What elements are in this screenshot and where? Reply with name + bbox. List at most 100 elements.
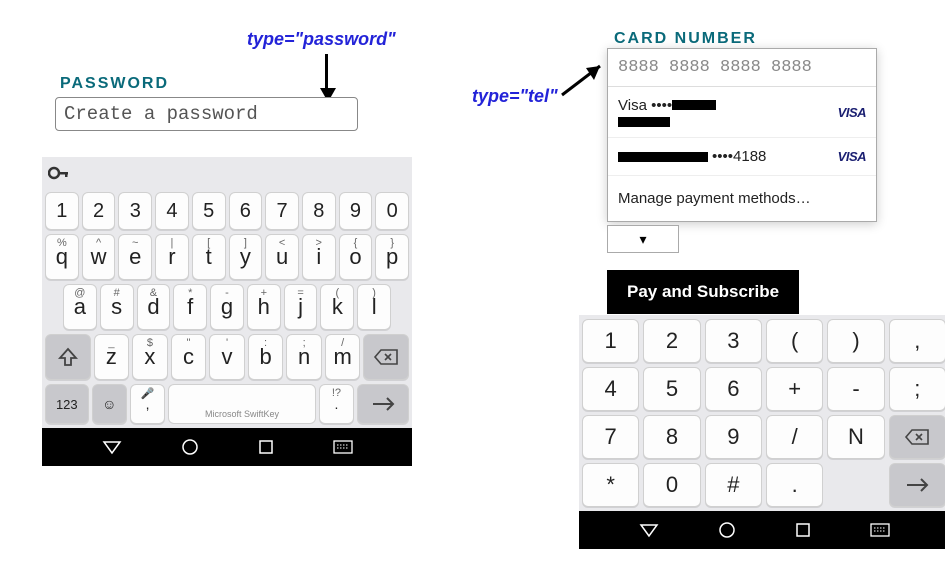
pay-subscribe-button[interactable]: Pay and Subscribe — [607, 270, 799, 314]
key-m[interactable]: /m — [325, 334, 361, 380]
card-option-2[interactable]: ••••4188 VISA — [608, 138, 876, 176]
key-w[interactable]: ^w — [82, 234, 116, 280]
key-a[interactable]: @a — [63, 284, 97, 330]
numkey-4[interactable]: 4 — [582, 367, 639, 411]
key-f[interactable]: *f — [173, 284, 207, 330]
annotation-tel: type="tel" — [472, 86, 558, 107]
key-u[interactable]: <u — [265, 234, 299, 280]
space-key[interactable]: Microsoft SwiftKey — [168, 384, 316, 424]
key-z[interactable]: _z — [94, 334, 130, 380]
key-l[interactable]: )l — [357, 284, 391, 330]
numkey-1[interactable]: 1 — [582, 319, 639, 363]
card-2-redacted — [618, 152, 708, 162]
keyboard-numeric: 123(), 456+-; 789/N *0#. — [579, 315, 945, 549]
card-number-label: CARD NUMBER — [614, 30, 757, 48]
numkey-9[interactable]: 9 — [705, 415, 762, 459]
numkey-+[interactable]: + — [766, 367, 823, 411]
key-q[interactable]: %q — [45, 234, 79, 280]
nav-back-icon[interactable] — [639, 522, 659, 538]
visa-badge-icon: VISA — [838, 149, 866, 164]
key-c[interactable]: "c — [171, 334, 207, 380]
num-backspace-key[interactable] — [889, 415, 945, 459]
numkey-0[interactable]: 0 — [643, 463, 700, 507]
key-i[interactable]: >i — [302, 234, 336, 280]
numkey-8[interactable]: 8 — [643, 415, 700, 459]
numkey-/[interactable]: / — [766, 415, 823, 459]
key-5[interactable]: 5 — [192, 192, 226, 230]
period-key[interactable]: !? . — [319, 384, 354, 424]
numkey-)[interactable]: ) — [827, 319, 884, 363]
key-3[interactable]: 3 — [118, 192, 152, 230]
numkey-,[interactable]: , — [889, 319, 945, 363]
nav-home-icon[interactable] — [181, 438, 199, 456]
nav-keyboard-icon[interactable] — [333, 440, 353, 454]
key-v[interactable]: 'v — [209, 334, 245, 380]
key-0[interactable]: 0 — [375, 192, 409, 230]
key-k[interactable]: (k — [320, 284, 354, 330]
emoji-key[interactable]: ☺ — [92, 384, 127, 424]
key-s[interactable]: #s — [100, 284, 134, 330]
num-enter-key[interactable] — [889, 463, 945, 507]
key-9[interactable]: 9 — [339, 192, 373, 230]
key-d[interactable]: &d — [137, 284, 171, 330]
period-sup: !? — [332, 387, 341, 399]
visa-badge-icon: VISA — [838, 105, 866, 120]
enter-key[interactable] — [357, 384, 409, 424]
comma-key[interactable]: 🎤 , — [130, 384, 165, 424]
card-number-input[interactable] — [608, 49, 876, 87]
nav-home-icon[interactable] — [718, 521, 736, 539]
key-1[interactable]: 1 — [45, 192, 79, 230]
nav-back-icon[interactable] — [102, 439, 122, 455]
card-1-line2-redacted — [618, 117, 670, 127]
key-r[interactable]: |r — [155, 234, 189, 280]
numkey-([interactable]: ( — [766, 319, 823, 363]
key-2[interactable]: 2 — [82, 192, 116, 230]
android-navbar-left — [42, 428, 412, 466]
key-y[interactable]: ]y — [229, 234, 263, 280]
key-h[interactable]: +h — [247, 284, 281, 330]
password-input[interactable] — [55, 97, 358, 131]
key-e[interactable]: ~e — [118, 234, 152, 280]
key-x[interactable]: $x — [132, 334, 168, 380]
numkey--[interactable]: - — [827, 367, 884, 411]
card-1-line1: Visa •••• — [618, 97, 716, 114]
android-navbar-right — [579, 511, 945, 549]
password-label: PASSWORD — [60, 75, 169, 93]
numkey-6[interactable]: 6 — [705, 367, 762, 411]
select-stub[interactable]: ▾ — [607, 225, 679, 253]
key-o[interactable]: {o — [339, 234, 373, 280]
numkey-#[interactable]: # — [705, 463, 762, 507]
nav-keyboard-icon[interactable] — [870, 523, 890, 537]
key-4[interactable]: 4 — [155, 192, 189, 230]
numkey-7[interactable]: 7 — [582, 415, 639, 459]
shift-key[interactable] — [45, 334, 91, 380]
key-n[interactable]: ;n — [286, 334, 322, 380]
manage-payment-methods[interactable]: Manage payment methods… — [608, 176, 876, 221]
key-b[interactable]: :b — [248, 334, 284, 380]
key-6[interactable]: 6 — [229, 192, 263, 230]
arrow-upright-icon — [560, 60, 610, 100]
card-option-1[interactable]: Visa •••• VISA — [608, 87, 876, 138]
num-blank — [827, 463, 884, 507]
key-g[interactable]: -g — [210, 284, 244, 330]
key-icon — [48, 165, 70, 181]
numkey-.[interactable]: . — [766, 463, 823, 507]
numkey-;[interactable]: ; — [889, 367, 945, 411]
keyboard-qwerty: 1234567890 %q^w~e|r[t]y<u>i{o}p @a#s&d*f… — [42, 157, 412, 466]
key-j[interactable]: =j — [284, 284, 318, 330]
numkey-N[interactable]: N — [827, 415, 884, 459]
numkey-5[interactable]: 5 — [643, 367, 700, 411]
numkey-3[interactable]: 3 — [705, 319, 762, 363]
key-7[interactable]: 7 — [265, 192, 299, 230]
numkey-*[interactable]: * — [582, 463, 639, 507]
key-p[interactable]: }p — [375, 234, 409, 280]
numkey-2[interactable]: 2 — [643, 319, 700, 363]
nav-recent-icon[interactable] — [258, 439, 274, 455]
card-autofill-dropdown: Visa •••• VISA ••••4188 VISA Manage paym… — [607, 48, 877, 222]
arrow-down-icon — [320, 54, 336, 102]
symbols-key[interactable]: 123 — [45, 384, 89, 424]
backspace-key[interactable] — [363, 334, 409, 380]
key-8[interactable]: 8 — [302, 192, 336, 230]
nav-recent-icon[interactable] — [795, 522, 811, 538]
key-t[interactable]: [t — [192, 234, 226, 280]
